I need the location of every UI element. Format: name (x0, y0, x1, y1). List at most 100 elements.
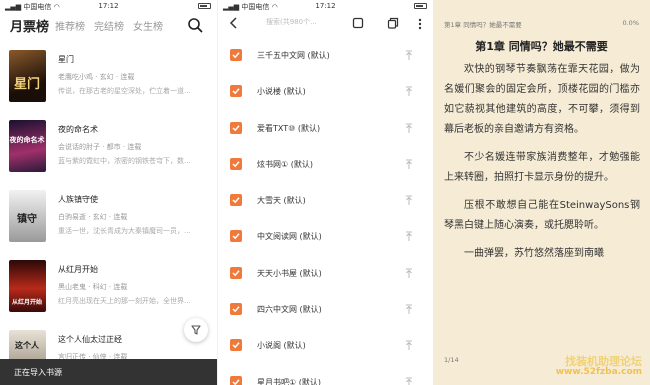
battery-icon (198, 2, 211, 10)
book-desc: 蓝与紫的霓虹中，浓密的钢铁苍穹下，数... (58, 157, 191, 165)
paragraph: 不少名媛连带家族消费整年，才勉强能上来转圈，拍照打卡显示身份的提升。 (444, 152, 640, 183)
pin-top-icon[interactable] (404, 49, 414, 61)
book-meta: 黑山老鬼 · 科幻 · 连载 (58, 283, 128, 291)
source-row[interactable]: 四六中文网 (默认) (218, 292, 433, 328)
pin-top-icon[interactable] (404, 158, 414, 170)
watermark-url: www.52fzba.com (555, 367, 642, 377)
source-toolbar: 搜索(共980个... (218, 14, 433, 34)
select-all-icon[interactable] (352, 17, 364, 29)
source-row[interactable]: 爱看TXT⑩ (默认) (218, 111, 433, 147)
book-meta: 老鹰吃小鸡 · 玄幻 · 连载 (58, 73, 135, 81)
checkbox-checked[interactable] (230, 266, 242, 279)
source-name: 大雪天 (默认) (257, 196, 306, 206)
source-name: 星月书吧① (默认) (257, 377, 321, 385)
checkbox-checked[interactable] (230, 157, 242, 170)
checkbox-checked[interactable] (230, 49, 242, 61)
svg-text:从红月开始: 从红月开始 (12, 298, 42, 306)
source-name: 四六中文网 (默认) (257, 305, 322, 315)
pin-top-icon[interactable] (404, 339, 414, 351)
book-item[interactable]: 从红月开始 从红月开始 黑山老鬼 · 科幻 · 连载 红月亮出现在天上的那一刻开… (0, 254, 217, 324)
clock: 17:12 (98, 2, 119, 10)
source-search-input[interactable]: 搜索(共980个... (266, 17, 317, 27)
source-name: 三千五中文网 (默认) (257, 51, 330, 60)
tab-monthly-ticket[interactable]: 月票榜 (10, 16, 49, 35)
rank-panel: ▂▄▆ 中国电信 ◠ 17:12 月票榜 推荐榜 完结榜 女生榜 星门 星门 老… (0, 0, 217, 385)
battery-icon (414, 2, 427, 10)
rank-tabs: 月票榜 推荐榜 完结榜 女生榜 (0, 14, 217, 40)
tab-completed[interactable]: 完结榜 (94, 18, 124, 33)
reader-header-chapter: 第1章 同情吗？她最不需要 (444, 21, 522, 29)
checkbox-checked[interactable] (230, 303, 242, 316)
reader-panel[interactable]: 第1章 同情吗？她最不需要 0.0% 第1章 同情吗？她最不需要 欢快的钢琴节奏… (433, 0, 650, 385)
pin-top-icon[interactable] (404, 376, 414, 385)
book-item[interactable]: 星门 星门 老鹰吃小鸡 · 玄幻 · 连载 传说，在那古老的星空深处，伫立着一道… (0, 44, 217, 114)
svg-text:夜的命名术: 夜的命名术 (9, 135, 45, 144)
source-row[interactable]: 小说楼 (默认) (218, 74, 433, 110)
svg-text:这个人: 这个人 (15, 340, 40, 350)
book-cover: 镇守 (9, 190, 46, 242)
source-name: 炫书网① (默认) (257, 159, 313, 169)
source-row[interactable]: 中文阅读网 (默认) (218, 219, 433, 255)
book-item[interactable]: 镇守 人族镇守使 白驹易逝 · 玄幻 · 连载 重活一世，沈长青成为大秦镇魔司一… (0, 184, 217, 254)
checkbox-checked[interactable] (230, 85, 242, 98)
source-row[interactable]: 星月书吧① (默认) (218, 365, 433, 385)
filter-icon (191, 325, 201, 335)
source-name: 小说楼 (默认) (257, 87, 306, 97)
pin-top-icon[interactable] (404, 230, 414, 242)
source-name: 爱看TXT⑩ (默认) (257, 123, 321, 133)
clock: 17:12 (315, 2, 336, 10)
book-desc: 重活一世，沈长青成为大秦镇魔司一员，... (58, 227, 191, 235)
source-row[interactable]: 天天小书屋 (默认) (218, 256, 433, 292)
source-row[interactable]: 小说阁 (默认) (218, 328, 433, 364)
source-list: 三千五中文网 (默认) 小说楼 (默认) 爱看TXT⑩ (默认) 炫书网① (默… (218, 38, 433, 385)
book-meta: 白驹易逝 · 玄幻 · 连载 (58, 213, 128, 221)
checkbox-checked[interactable] (230, 121, 242, 134)
paragraph: 压根不敢想自己能在SteinwaySons钢琴黑白键上随心演奏，或托腮聆听。 (444, 200, 640, 231)
pin-top-icon[interactable] (404, 194, 414, 206)
checkbox-checked[interactable] (230, 375, 242, 385)
book-title: 人族镇守使 (58, 195, 98, 204)
pin-top-icon[interactable] (404, 303, 414, 315)
source-name: 小说阁 (默认) (257, 341, 306, 351)
paragraph: 欢快的钢琴节奏飘荡在霏天花园，做为名媛们聚会的固定会所，顶楼花园的门槛亦如它藐视… (444, 64, 640, 135)
source-row[interactable]: 大雪天 (默认) (218, 183, 433, 219)
book-title: 这个人仙太过正经 (58, 335, 122, 344)
book-meta: 会说话的肘子 · 都市 · 连载 (58, 143, 142, 151)
tab-recommend[interactable]: 推荐榜 (55, 18, 85, 33)
book-title: 从红月开始 (58, 265, 98, 274)
checkbox-checked[interactable] (230, 194, 242, 207)
book-cover: 星门 (9, 50, 46, 102)
book-desc: 传说，在那古老的星空深处，伫立着一道... (58, 87, 191, 95)
filter-button[interactable] (184, 318, 208, 342)
pin-top-icon[interactable] (404, 122, 414, 134)
book-title: 星门 (58, 55, 74, 64)
search-icon[interactable] (187, 17, 203, 33)
more-icon[interactable] (417, 17, 423, 31)
chapter-body: 欢快的钢琴节奏飘荡在霏天花园，做为名媛们聚会的固定会所，顶楼花园的门槛亦如它藐视… (444, 60, 640, 272)
book-title: 夜的命名术 (58, 125, 98, 134)
chapter-title: 第1章 同情吗？她最不需要 (475, 40, 608, 53)
pin-top-icon[interactable] (404, 85, 414, 97)
source-row[interactable]: 炫书网① (默认) (218, 147, 433, 183)
paragraph: 一曲弹罢，苏竹悠然落座到南曦 (464, 248, 604, 259)
checkbox-checked[interactable] (230, 339, 242, 352)
svg-text:镇守: 镇守 (17, 212, 37, 225)
book-item[interactable]: 夜的命名术 夜的命名术 会说话的肘子 · 都市 · 连载 蓝与紫的霓虹中，浓密的… (0, 114, 217, 184)
page-number: 1/14 (444, 356, 459, 364)
tab-female[interactable]: 女生榜 (133, 18, 163, 33)
pin-top-icon[interactable] (404, 267, 414, 279)
back-arrow-icon[interactable] (228, 16, 240, 30)
source-name: 中文阅读网 (默认) (257, 232, 322, 242)
book-cover: 夜的命名术 (9, 120, 46, 172)
import-toast: 正在导入书源 (0, 359, 217, 385)
status-bar: ▂▄▆ 中国电信 ◠ 17:12 (0, 0, 217, 14)
source-panel: ▂▄▆ 中国电信 ◠ 17:12 搜索(共980个... 三千五中文网 (默认)… (217, 0, 433, 385)
book-desc: 红月亮出现在天上的那一刻开始，全世界... (58, 297, 191, 305)
checkbox-checked[interactable] (230, 230, 242, 243)
copy-icon[interactable] (387, 17, 399, 29)
svg-text:星门: 星门 (14, 76, 40, 92)
reader-progress: 0.0% (622, 19, 639, 27)
source-row[interactable]: 三千五中文网 (默认) (218, 38, 433, 74)
book-cover: 从红月开始 (9, 260, 46, 312)
status-bar: ▂▄▆ 中国电信 ◠ 17:12 (218, 0, 433, 14)
